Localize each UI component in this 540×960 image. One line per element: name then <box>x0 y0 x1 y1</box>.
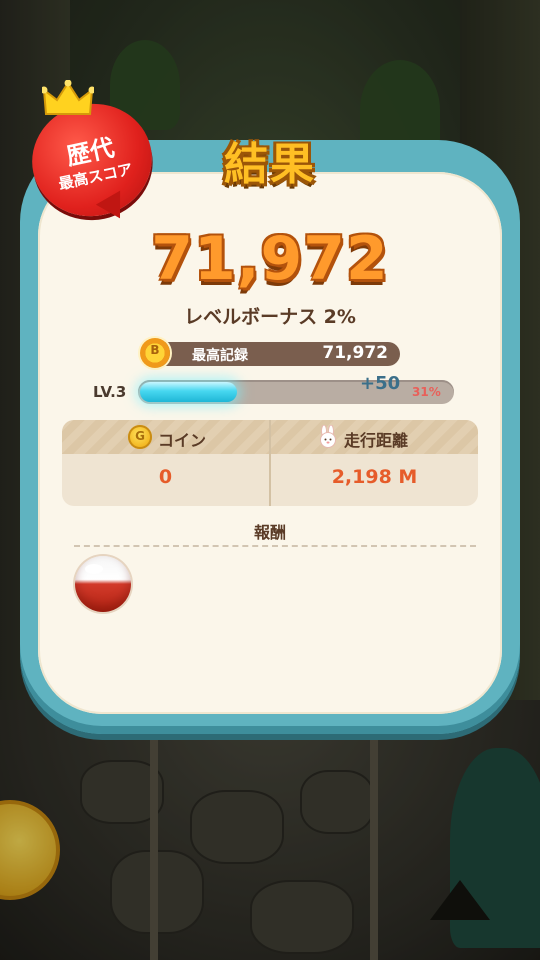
coin-value: 0 <box>158 466 173 488</box>
reward-title: 報酬 <box>253 523 286 542</box>
experience-percent: 31% <box>412 385 441 399</box>
experience-bar <box>138 380 454 404</box>
crown-icon <box>42 80 94 115</box>
level-bonus: レベルボーナス 2% <box>184 306 356 328</box>
distance-value: 2,198 M <box>331 466 418 488</box>
stats-table: G コイン 走行距離 0 2,198 M <box>62 420 478 506</box>
experience-fill <box>140 382 237 402</box>
stats-divider <box>269 420 271 506</box>
final-score: 71,972 <box>151 224 389 294</box>
bunny-icon <box>320 425 336 448</box>
player-level: LV.3 <box>93 383 127 401</box>
capsule-egg-icon[interactable] <box>75 556 131 612</box>
distance-label: 走行距離 <box>344 431 409 450</box>
best-record-value: 71,972 <box>322 343 388 363</box>
best-record-label: 最高記録 <box>192 348 248 364</box>
experience-gain: +50 <box>360 373 401 394</box>
medal-icon: B <box>140 338 170 368</box>
coin-label: コイン <box>158 431 207 450</box>
coin-icon: G <box>128 425 152 449</box>
reward-divider <box>74 545 476 547</box>
